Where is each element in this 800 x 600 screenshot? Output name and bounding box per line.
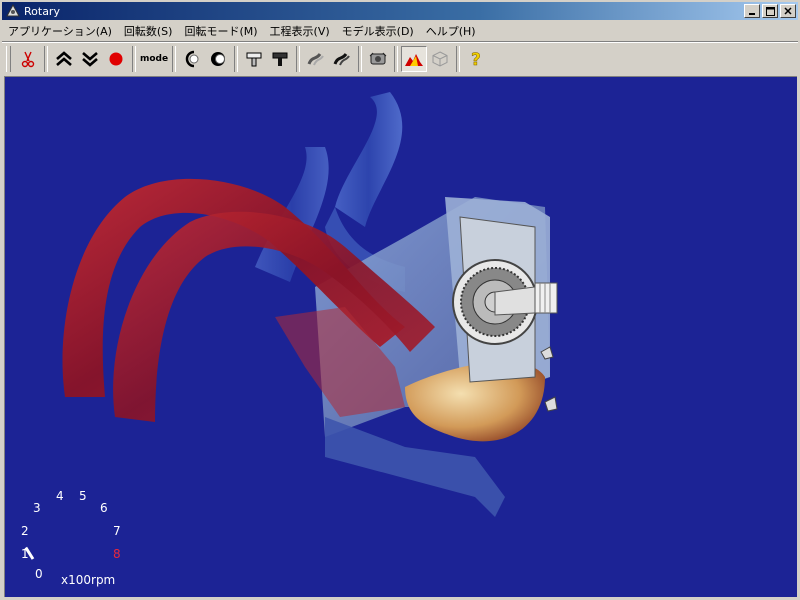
gauge-label-3: 3 (33, 501, 41, 515)
speed-down-button[interactable] (77, 46, 103, 72)
close-icon (784, 7, 792, 15)
stop-button[interactable] (103, 46, 129, 72)
3d-viewport[interactable]: 0 1 2 3 4 5 6 7 8 x100rpm (4, 76, 797, 597)
window-title: Rotary (24, 4, 60, 18)
toolbar-separator (234, 46, 238, 72)
svg-text:?: ? (471, 50, 481, 68)
red-circle-stop-icon (109, 52, 123, 66)
close-button[interactable] (780, 4, 796, 18)
window-controls (742, 4, 796, 18)
piston-light-icon (246, 52, 262, 67)
rotor-left-icon (185, 50, 199, 68)
menu-bar: アプリケーション(A) 回転数(S) 回転モード(M) 工程表示(V) モデル表… (2, 21, 798, 40)
mode-button[interactable]: mode (139, 46, 169, 72)
spark-left-button[interactable] (303, 46, 329, 72)
gauge-label-8-redline: 8 (113, 547, 121, 561)
minimize-icon (749, 13, 755, 15)
spark-plug-light-icon (307, 53, 324, 66)
double-chevron-up-icon (56, 51, 72, 66)
gauge-label-4: 4 (56, 489, 64, 503)
engine-model-button[interactable] (365, 46, 391, 72)
maximize-button[interactable] (762, 4, 778, 18)
menu-application[interactable]: アプリケーション(A) (2, 23, 118, 39)
toolbar-separator (456, 46, 460, 72)
toolbar-separator (44, 46, 48, 72)
engine-render (24, 92, 558, 560)
gauge-label-2: 2 (21, 524, 29, 538)
title-bar[interactable]: Rotary (2, 2, 798, 20)
wireframe-view-button[interactable] (427, 46, 453, 72)
toolbar: mode ? (2, 43, 798, 75)
gauge-label-7: 7 (113, 524, 121, 538)
spark-right-button[interactable] (329, 46, 355, 72)
flame-view-button[interactable] (401, 46, 427, 72)
menu-model-view[interactable]: モデル表示(D) (336, 23, 420, 39)
stamp-down-button[interactable] (267, 46, 293, 72)
app-icon (6, 4, 20, 17)
exhaust-pipes (62, 178, 436, 422)
toolbar-separator (296, 46, 300, 72)
toolbar-separator (172, 46, 176, 72)
rotate-right-button[interactable] (205, 46, 231, 72)
double-chevron-down-icon (82, 52, 98, 67)
speed-up-button[interactable] (51, 46, 77, 72)
app-window: Rotary アプリケーション(A) 回転数(S) 回転モード(M) 工程表示(… (0, 0, 800, 600)
scissors-icon (21, 51, 35, 68)
maximize-icon (765, 6, 775, 16)
menu-rpm[interactable]: 回転数(S) (118, 23, 179, 39)
rotor-right-icon (211, 52, 225, 66)
help-button[interactable]: ? (463, 46, 489, 72)
toolbar-grip[interactable] (6, 46, 11, 72)
menu-process-view[interactable]: 工程表示(V) (264, 23, 336, 39)
gauge-label-6: 6 (100, 501, 108, 515)
engine-icon (369, 52, 387, 65)
menu-help[interactable]: ヘルプ(H) (420, 23, 482, 39)
cut-button[interactable] (15, 46, 41, 72)
toolbar-separator (394, 46, 398, 72)
piston-dark-icon (272, 52, 288, 66)
gauge-label-5: 5 (79, 489, 87, 503)
gauge-label-0: 0 (35, 567, 43, 581)
spark-plug-dark-icon (333, 53, 350, 66)
flame-icon (405, 54, 423, 66)
rotate-left-button[interactable] (179, 46, 205, 72)
toolbar-separator (358, 46, 362, 72)
menu-rotation-mode[interactable]: 回転モード(M) (178, 23, 263, 39)
rpm-unit-label: x100rpm (61, 573, 116, 587)
cube-icon (432, 51, 448, 67)
toolbar-separator (132, 46, 136, 72)
help-question-icon: ? (471, 50, 481, 68)
gauge-label-1: 1 (21, 547, 29, 561)
minimize-button[interactable] (744, 4, 760, 18)
stamp-up-button[interactable] (241, 46, 267, 72)
